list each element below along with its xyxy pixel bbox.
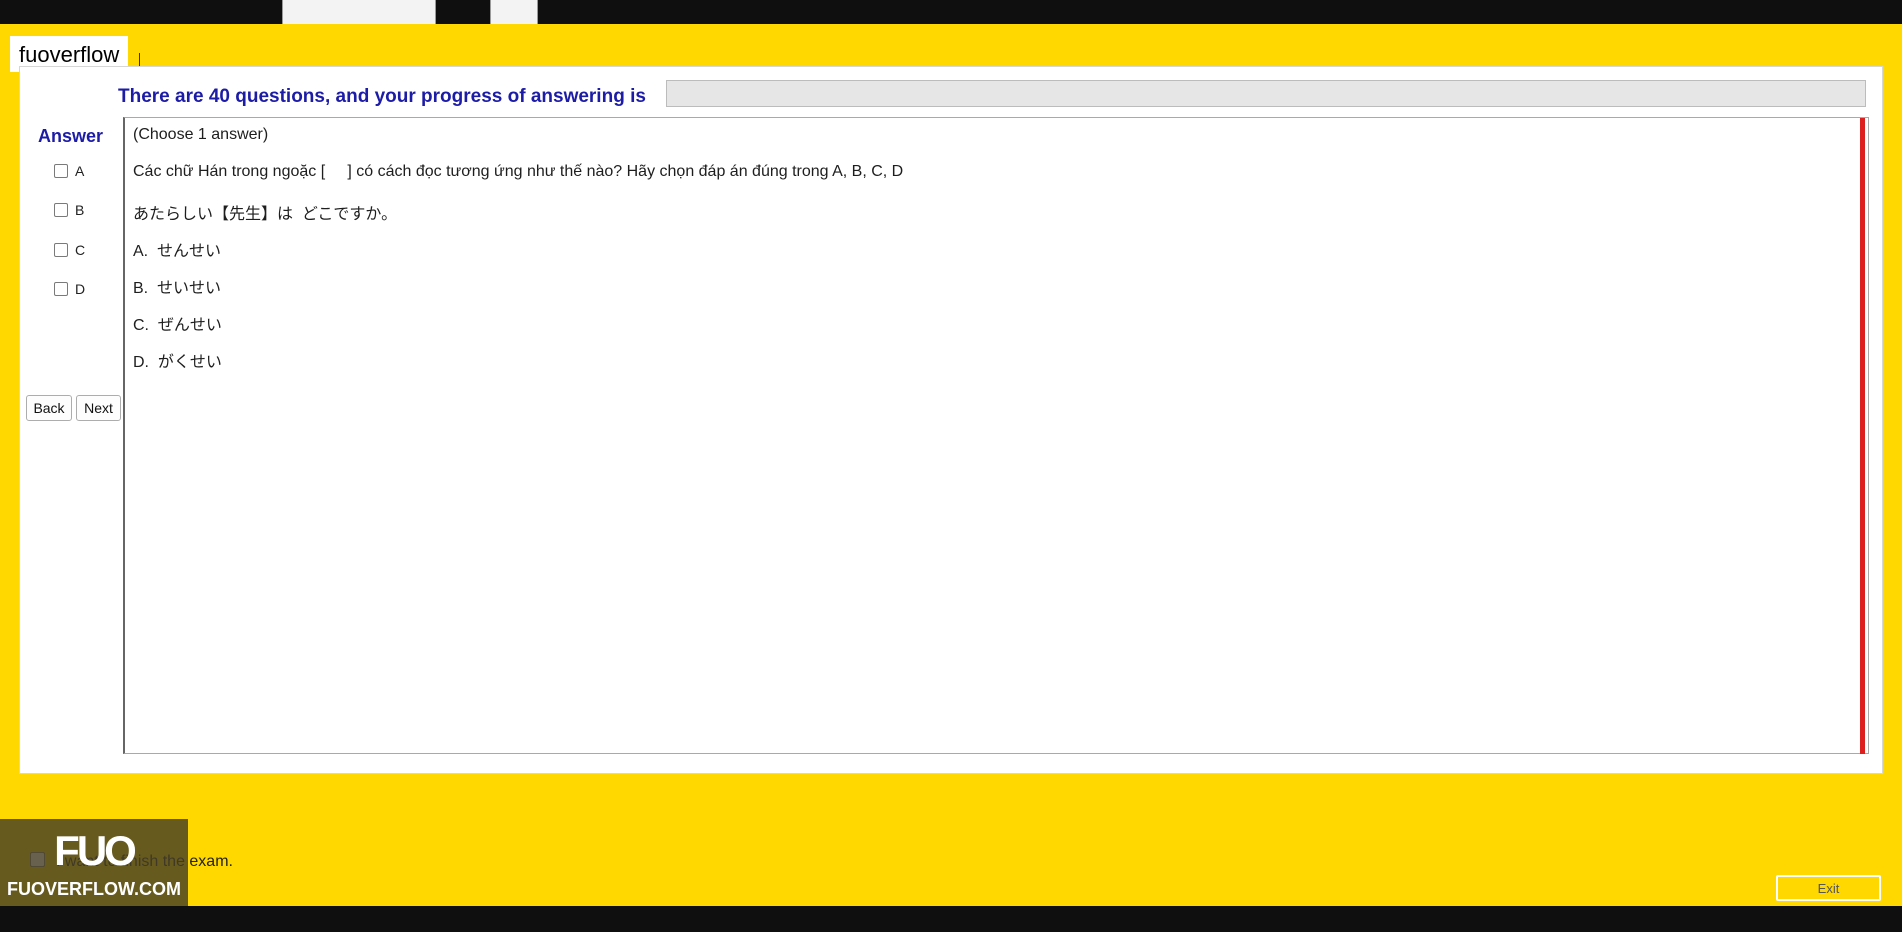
progress-bar <box>666 80 1866 107</box>
checkbox[interactable] <box>54 164 68 178</box>
option-label: A <box>75 163 85 179</box>
logo-watermark: FUO FUOVERFLOW.COM <box>0 819 188 906</box>
progress-label: There are 40 questions, and your progres… <box>118 86 646 107</box>
checkbox[interactable] <box>54 243 68 257</box>
choice-c: C. ぜんせい <box>133 317 222 334</box>
scrollbar-indicator[interactable] <box>1860 118 1865 754</box>
question-sentence: あたらしい【先生】は どこですか。 <box>133 206 398 223</box>
answer-option-a[interactable]: A <box>54 163 84 179</box>
answer-option-b[interactable]: B <box>54 202 84 218</box>
top-small-control[interactable] <box>490 0 538 24</box>
exit-button[interactable]: Exit <box>1776 875 1881 901</box>
choice-b: B. せいせい <box>133 280 222 297</box>
back-button[interactable]: Back <box>26 395 72 421</box>
top-dropdown[interactable] <box>282 0 436 24</box>
answer-option-d[interactable]: D <box>54 281 85 297</box>
question-prompt: Các chữ Hán trong ngoặc [ ] có cách đọc … <box>133 163 904 180</box>
logo-mark: FUO <box>54 827 137 874</box>
checkbox[interactable] <box>54 203 68 217</box>
option-label: C <box>75 242 86 258</box>
bottom-bar <box>0 906 1902 932</box>
logo-text: FUOVERFLOW.COM <box>7 879 181 899</box>
option-label: B <box>75 202 85 218</box>
checkbox[interactable] <box>54 282 68 296</box>
answer-option-c[interactable]: C <box>54 242 85 258</box>
top-bar <box>0 0 1902 24</box>
question-instruction: (Choose 1 answer) <box>133 126 269 143</box>
answer-heading: Answer <box>38 126 104 146</box>
choice-d: D. がくせい <box>133 354 222 371</box>
next-button[interactable]: Next <box>76 395 121 421</box>
option-label: D <box>75 281 86 297</box>
choice-a: A. せんせい <box>133 243 222 260</box>
